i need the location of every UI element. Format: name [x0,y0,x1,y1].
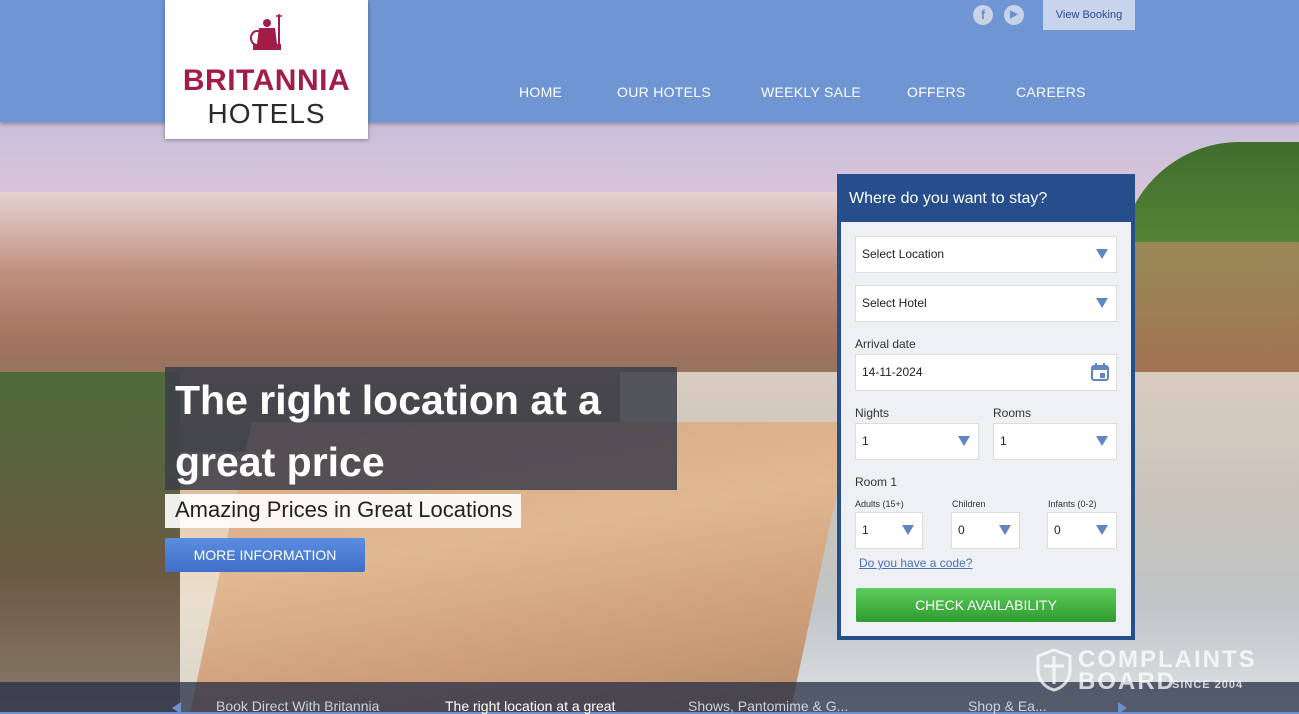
arrival-date-label: Arrival date [855,337,916,351]
rooms-value: 1 [1000,434,1007,448]
rooms-select[interactable]: 1 [993,423,1117,460]
shield-icon [1036,648,1072,692]
chevron-right-icon[interactable] [1118,702,1127,714]
infants-label: Infants (0-2) [1048,499,1097,509]
rooms-label: Rooms [993,406,1032,420]
infants-select[interactable]: 0 [1047,512,1117,549]
booking-title: Where do you want to stay? [849,190,1048,207]
children-select[interactable]: 0 [951,512,1020,549]
calendar-icon[interactable] [1091,363,1109,381]
chevron-down-icon [1096,436,1108,446]
location-select-value: Select Location [862,247,945,261]
nav-our-hotels[interactable]: OUR HOTELS [617,84,711,100]
hero-town-right [1130,242,1299,392]
check-availability-button[interactable]: CHECK AVAILABILITY [856,588,1116,622]
nav-offers[interactable]: OFFERS [907,84,966,100]
nav-careers[interactable]: CAREERS [1016,84,1086,100]
nights-label: Nights [855,406,890,420]
chevron-down-icon [1096,249,1108,259]
arrival-date-input[interactable]: 14-11-2024 [855,354,1117,391]
nav-home[interactable]: HOME [519,84,562,100]
youtube-icon[interactable]: ▶ [1004,5,1024,25]
adults-select[interactable]: 1 [855,512,923,549]
arrival-date-value: 14-11-2024 [862,365,923,379]
hero-headline-box: The right location at a great price [165,367,677,490]
nights-value: 1 [862,434,869,448]
more-information-button[interactable]: MORE INFORMATION [165,538,365,572]
britannia-emblem-icon [250,14,282,50]
promo-code-link[interactable]: Do you have a code? [859,556,972,570]
watermark-line2: BOARD [1078,668,1176,695]
adults-value: 1 [862,523,869,537]
nav-weekly-sale[interactable]: WEEKLY SALE [761,84,861,100]
children-label: Children [952,499,986,509]
brand-name: BRITANNIA [182,64,351,97]
watermark-since: SINCE 2004 [1172,679,1244,691]
facebook-icon[interactable]: f [973,5,993,25]
chevron-down-icon [1096,525,1108,535]
hero-trees [0,372,180,712]
booking-panel: Where do you want to stay? Select Locati… [837,174,1135,640]
infants-value: 0 [1054,523,1061,537]
location-select[interactable]: Select Location [855,236,1117,273]
britannia-logo[interactable]: BRITANNIA HOTELS [165,0,368,139]
chevron-down-icon [902,525,914,535]
chevron-left-icon[interactable] [172,702,181,714]
view-booking-button[interactable]: View Booking [1043,0,1135,30]
hotel-select-value: Select Hotel [862,296,927,310]
hero-headline: The right location at a great price [175,377,601,485]
nights-select[interactable]: 1 [855,423,979,460]
complaints-board-watermark: COMPLAINTS BOARD SINCE 2004 [1036,646,1255,695]
booking-form: Select Location Select Hotel Arrival dat… [841,222,1131,636]
chevron-down-icon [999,525,1011,535]
children-value: 0 [958,523,965,537]
hero-subline-box: Amazing Prices in Great Locations [165,494,521,528]
adults-label: Adults (15+) [855,499,904,509]
room-1-label: Room 1 [855,475,898,489]
brand-subname: HOTELS [207,98,326,129]
chevron-down-icon [958,436,970,446]
chevron-down-icon [1096,298,1108,308]
hero-subline: Amazing Prices in Great Locations [175,497,513,522]
hotel-select[interactable]: Select Hotel [855,285,1117,322]
